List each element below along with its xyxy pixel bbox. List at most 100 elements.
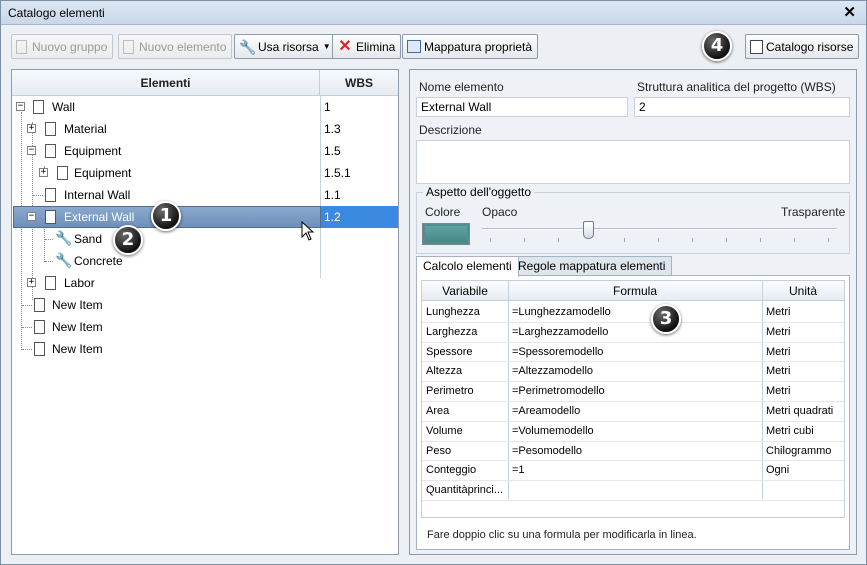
chevron-down-icon: ▼ [322, 42, 331, 51]
grid-cell-unit[interactable]: Ogni [762, 460, 844, 480]
collapse-icon[interactable]: − [16, 102, 25, 111]
property-mapping-button[interactable]: Mappatura proprietà [402, 34, 539, 59]
resource-catalog-icon [750, 39, 763, 54]
tree-row-label: External Wall [64, 210, 135, 224]
delete-button[interactable]: ✕ Elimina [332, 34, 402, 59]
tree-row-equipment[interactable]: − Equipment 1.5 [12, 140, 398, 162]
grid-cell-unit[interactable]: Metri quadrati [762, 401, 844, 421]
tree-line [33, 195, 43, 196]
grid-cell-unit[interactable]: Metri [762, 322, 844, 342]
slider-tick [524, 238, 525, 242]
unit-column-header[interactable]: Unità [762, 281, 844, 301]
grid-cell-unit[interactable]: Metri cubi [762, 421, 844, 441]
grid-cell-variable[interactable]: Quantitàprinci... [422, 480, 508, 500]
grid-cell-formula[interactable]: =Spessoremodello [508, 342, 762, 362]
callout-1: 1 [151, 201, 181, 231]
opaque-label: Opaco [482, 205, 518, 219]
new-element-button[interactable]: Nuovo elemento [118, 34, 233, 59]
tree-row-labor[interactable]: + Labor [12, 272, 398, 294]
expand-icon[interactable]: + [27, 278, 36, 287]
elements-column-header[interactable]: Elementi [12, 70, 320, 96]
wbs-column-header[interactable]: WBS [320, 70, 398, 96]
grid-cell-variable[interactable]: Peso [422, 441, 508, 461]
grid-cell-variable[interactable]: Larghezza [422, 322, 508, 342]
new-group-icon [16, 39, 27, 54]
grid-cell-variable[interactable]: Spessore [422, 342, 508, 362]
group-icon [57, 163, 72, 180]
close-icon[interactable]: ✕ [843, 3, 856, 21]
grid-cell-variable[interactable]: Conteggio [422, 460, 508, 480]
grid-cell-unit[interactable]: Metri [762, 361, 844, 381]
grid-cell-unit[interactable]: Chilogrammo [762, 441, 844, 461]
element-catalog-window: Catalogo elementi ✕ Nuovo gruppo Nuovo e… [0, 0, 867, 565]
color-swatch-fill [425, 226, 467, 242]
tree-row-sand[interactable]: 🔧 Sand [12, 228, 398, 250]
slider-tick [794, 238, 795, 242]
group-icon [45, 119, 60, 136]
tree-row-new-item[interactable]: New Item [12, 316, 398, 338]
tree-line [22, 349, 32, 350]
new-element-label: Nuovo elemento [139, 39, 227, 54]
grid-cell-formula[interactable]: =Perimetromodello [508, 381, 762, 401]
toolbar: Nuovo gruppo Nuovo elemento 🔧 Usa risors… [1, 31, 866, 61]
collapse-icon[interactable]: − [27, 212, 36, 221]
wrench-icon: 🔧 [55, 252, 73, 268]
wbs-input[interactable]: 2 [634, 97, 850, 117]
tab-element-mapping-rules[interactable]: Regole mappatura elementi [511, 256, 673, 275]
edit-hint-text: Fare doppio clic su una formula per modi… [427, 529, 697, 541]
tree-row-external-wall[interactable]: − External Wall 1.2 [12, 206, 398, 228]
collapse-icon[interactable]: − [27, 146, 36, 155]
grid-cell-formula[interactable]: =Lunghezzamodello [508, 302, 762, 322]
grid-cell-variable[interactable]: Volume [422, 421, 508, 441]
element-icon [34, 342, 45, 356]
expand-icon[interactable]: + [27, 124, 36, 133]
tree-row-new-item[interactable]: New Item [12, 294, 398, 316]
grid-cell-variable[interactable]: Lunghezza [422, 302, 508, 322]
new-group-button[interactable]: Nuovo gruppo [11, 34, 114, 59]
grid-cell-formula[interactable]: =Areamodello [508, 401, 762, 421]
variable-column-header[interactable]: Variabile [422, 281, 508, 301]
grid-cell-formula[interactable]: =1 [508, 460, 762, 480]
tree-row-material[interactable]: + Material 1.3 [12, 118, 398, 140]
element-details-panel: Nome elemento External Wall Struttura an… [409, 69, 857, 555]
description-input[interactable] [416, 140, 850, 184]
tab-element-calculation[interactable]: Calcolo elementi [416, 256, 519, 277]
grid-cell-variable[interactable]: Perimetro [422, 381, 508, 401]
tree-row-wbs: 1.5.1 [324, 166, 351, 180]
color-swatch[interactable] [422, 223, 470, 245]
grid-cell-unit[interactable]: Metri [762, 302, 844, 322]
grid-cell-unit[interactable]: Metri [762, 342, 844, 362]
tree-row-concrete[interactable]: 🔧 Concrete [12, 250, 398, 272]
use-resource-button[interactable]: 🔧 Usa risorsa ▼ [234, 34, 337, 59]
group-icon [45, 141, 60, 158]
tree-row-equipment-child[interactable]: + Equipment 1.5.1 [12, 162, 398, 184]
grid-cell-unit[interactable] [762, 480, 844, 500]
callout-3: 3 [651, 304, 681, 334]
grid-cell-unit[interactable]: Metri [762, 381, 844, 401]
tree-row-label: Sand [74, 232, 103, 246]
transparency-slider-thumb[interactable] [582, 221, 594, 239]
property-mapping-label: Mappatura proprietà [424, 39, 533, 54]
expand-icon[interactable]: + [39, 168, 48, 177]
element-name-input[interactable]: External Wall [416, 97, 628, 117]
grid-cell-formula[interactable]: =Altezzamodello [508, 361, 762, 381]
grid-cell-variable[interactable]: Area [422, 401, 508, 421]
tree-row-label: Wall [52, 100, 75, 114]
formula-column-header[interactable]: Formula [508, 281, 762, 301]
grid-cell-formula[interactable]: =Larghezzamodello [508, 322, 762, 342]
transparency-slider-track[interactable] [482, 228, 837, 230]
tree-row-new-item[interactable]: New Item [12, 338, 398, 360]
grid-cell-formula[interactable]: =Pesomodello [508, 441, 762, 461]
group-icon [33, 97, 48, 114]
transparent-label: Trasparente [781, 205, 846, 219]
resource-catalog-button[interactable]: Catalogo risorse [745, 34, 860, 59]
grid-cell-formula[interactable] [508, 480, 762, 500]
grid-cell-formula[interactable]: =Volumemodello [508, 421, 762, 441]
tree-row-wall[interactable]: − Wall 1 [12, 96, 398, 118]
title-bar: Catalogo elementi ✕ [1, 1, 866, 25]
tree-row-wbs: 1.2 [324, 210, 341, 224]
tree-row-internal-wall[interactable]: Internal Wall 1.1 [12, 184, 398, 206]
grid-cell-variable[interactable]: Altezza [422, 361, 508, 381]
delete-x-icon: ✕ [338, 37, 352, 55]
element-calculation-tab-body: Variabile Formula Unità Lunghezza =Lunghe… [416, 275, 850, 550]
